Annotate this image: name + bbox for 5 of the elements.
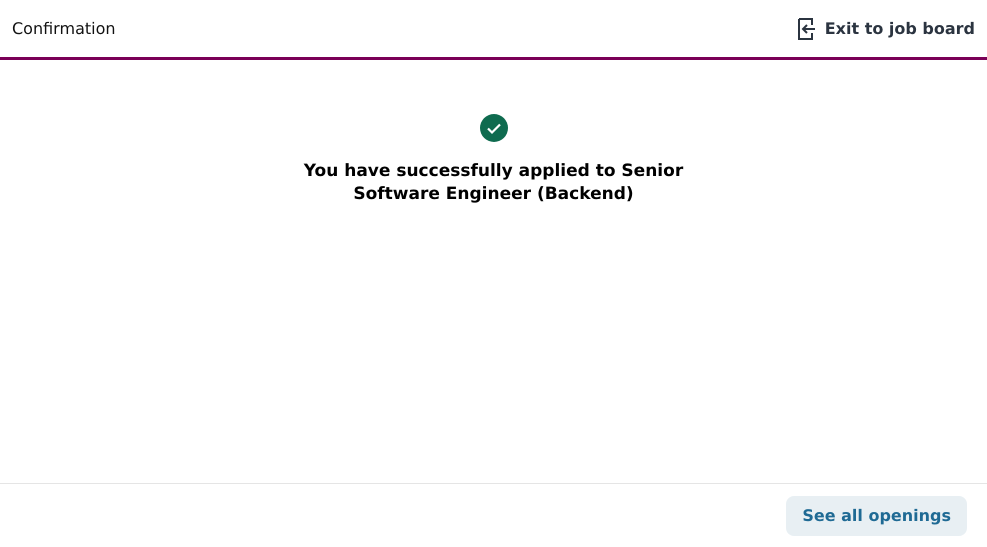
exit-icon: [796, 18, 817, 40]
see-all-openings-button[interactable]: See all openings: [786, 496, 967, 536]
page-title: Confirmation: [12, 18, 116, 40]
confirmation-message: You have successfully applied to Senior Software Engineer (Backend): [302, 160, 684, 206]
exit-link[interactable]: Exit to job board: [796, 16, 975, 40]
